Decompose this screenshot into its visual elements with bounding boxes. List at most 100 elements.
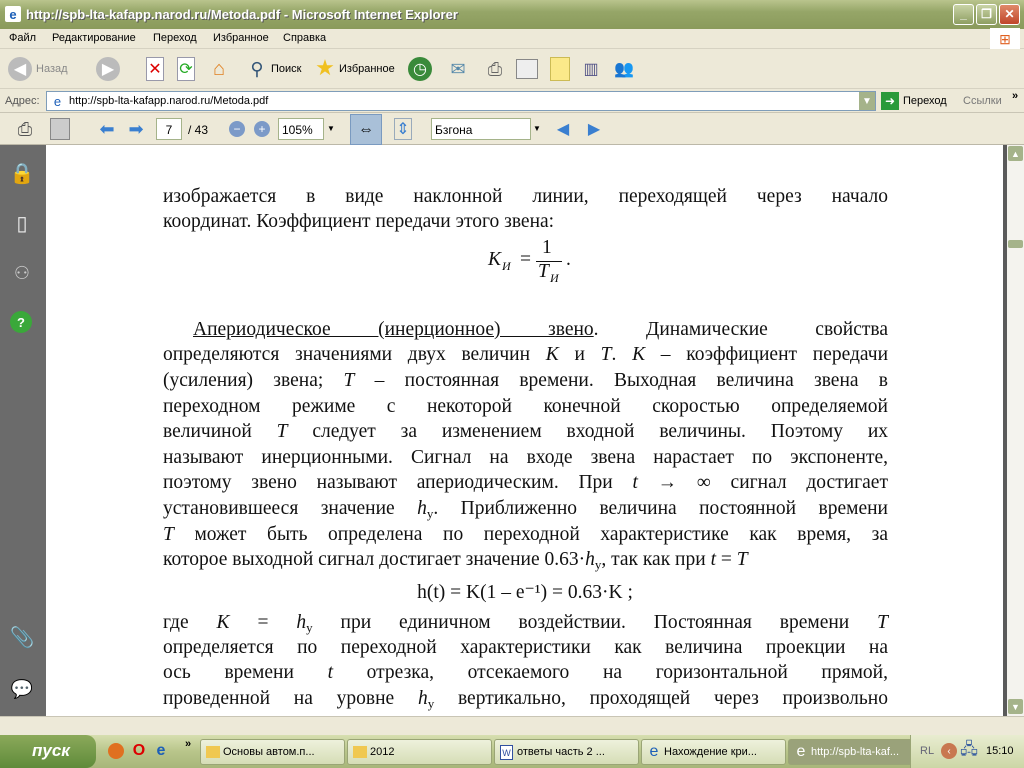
text-segment: установившееся значение: [163, 498, 418, 519]
ie-quicklaunch-icon[interactable]: e: [153, 742, 169, 759]
text-segment: (усиления) звена;: [163, 370, 344, 391]
forward-arrow-icon[interactable]: ▶: [96, 57, 120, 81]
menu-edit[interactable]: Редактирование: [52, 32, 136, 44]
address-dropdown-icon[interactable]: ▼: [859, 92, 875, 110]
address-input[interactable]: e http://spb-lta-kafapp.narod.ru/Metoda.…: [46, 91, 876, 111]
task-folder-1[interactable]: Основы автом.п...: [200, 739, 345, 765]
title-bar: e http://spb-lta-kafapp.narod.ru/Metoda.…: [0, 0, 1024, 29]
edit-icon[interactable]: [516, 59, 538, 79]
home-icon[interactable]: ⌂: [207, 57, 231, 81]
zoom-level-select[interactable]: 105%: [278, 118, 324, 140]
taskbar: пуск O e » Основы автом.п... 2012 Wответ…: [0, 735, 1024, 768]
window-title: http://spb-lta-kafapp.narod.ru/Metoda.pd…: [26, 7, 458, 22]
comments-icon[interactable]: 💬: [10, 677, 34, 701]
vertical-scrollbar[interactable]: ▲ ▼: [1007, 145, 1024, 716]
binoculars-icon[interactable]: ⚇: [10, 261, 34, 285]
find-input[interactable]: Бзгона: [431, 118, 531, 140]
scroll-up-icon[interactable]: ▲: [1008, 146, 1023, 161]
windows-logo-icon: ⊞: [990, 28, 1020, 50]
text-segment: координат. Коэффициент передачи этого зв…: [163, 211, 555, 232]
find-previous-icon[interactable]: ◀: [553, 118, 573, 140]
folder-icon: [206, 746, 220, 758]
search-label[interactable]: Поиск: [271, 63, 301, 75]
task-folder-2012[interactable]: 2012: [347, 739, 492, 765]
word-icon: W: [500, 745, 513, 760]
security-lock-icon[interactable]: 🔒: [10, 161, 35, 185]
favorites-label[interactable]: Избранное: [339, 63, 395, 75]
text-line: величиной T следует за изменением входно…: [163, 420, 888, 444]
minimize-button[interactable]: _: [953, 4, 974, 25]
find-dropdown-icon[interactable]: ▼: [533, 124, 541, 133]
attachment-paperclip-icon[interactable]: 📎: [10, 625, 35, 649]
note-icon[interactable]: [550, 57, 570, 81]
tray-expand-icon[interactable]: ‹: [941, 743, 957, 759]
fit-width-icon[interactable]: ⇔: [350, 114, 382, 145]
find-next-icon[interactable]: ▶: [584, 118, 604, 140]
menu-go[interactable]: Переход: [153, 32, 197, 44]
text-line: ось времени t отрезка, отсекаемого на го…: [163, 661, 888, 685]
text-segment: определяются значениями двух величин: [163, 344, 546, 365]
messenger-icon[interactable]: 👥: [612, 57, 636, 81]
back-arrow-icon[interactable]: ◀: [8, 57, 32, 81]
maximize-button[interactable]: ❐: [976, 4, 997, 25]
back-label[interactable]: Назад: [36, 63, 68, 75]
network-icon[interactable]: 🖧: [960, 741, 978, 759]
pages-icon[interactable]: ▯: [10, 211, 34, 235]
refresh-icon[interactable]: ⟳: [177, 57, 195, 81]
text-segment: при единичном воздействии. Постоянная вр…: [312, 612, 878, 633]
formula-transfer-coefficient: K И = 1 T И .: [488, 237, 571, 285]
opera-icon[interactable]: O: [131, 742, 147, 759]
search-icon[interactable]: ⚲: [246, 57, 268, 81]
text-segment: величиной: [163, 421, 277, 442]
print-icon[interactable]: ⎙: [483, 57, 507, 81]
text-segment: . Приближенно величина постоянной времен…: [433, 498, 888, 519]
scroll-down-icon[interactable]: ▼: [1008, 699, 1023, 714]
fit-page-icon[interactable]: ⇕: [394, 118, 412, 140]
stop-icon[interactable]: ✕: [146, 57, 164, 81]
text-line: поэтому звено называют апериодическим. П…: [163, 471, 888, 495]
language-indicator[interactable]: RL: [920, 745, 934, 757]
scroll-thumb[interactable]: [1008, 240, 1023, 248]
text-segment: =: [715, 549, 737, 570]
next-page-icon[interactable]: ➡: [125, 118, 147, 140]
task-word-document[interactable]: Wответы часть 2 ...: [494, 739, 639, 765]
task-ie-window[interactable]: e Нахождение кри...: [641, 739, 786, 765]
zoom-dropdown-icon[interactable]: ▼: [327, 124, 335, 133]
text-segment: .: [611, 344, 633, 365]
firefox-icon[interactable]: [108, 743, 124, 759]
links-label[interactable]: Ссылки: [963, 95, 1002, 107]
text-segment: . Динамические свойства: [593, 319, 889, 340]
go-arrow-icon[interactable]: ➜: [881, 92, 899, 110]
formula-step-response: h(t) = K(1 – e⁻¹) = 0.63·K ;: [417, 582, 633, 603]
start-button[interactable]: пуск: [0, 735, 96, 768]
text-segment: , так как при: [601, 549, 711, 570]
help-icon[interactable]: ?: [10, 311, 32, 333]
pdf-print-icon[interactable]: ⎙: [14, 118, 36, 140]
address-url[interactable]: http://spb-lta-kafapp.narod.ru/Metoda.pd…: [69, 95, 268, 107]
zoom-in-icon[interactable]: +: [254, 121, 270, 137]
zoom-out-icon[interactable]: −: [229, 121, 245, 137]
text-segment: где: [163, 612, 217, 633]
quicklaunch-more[interactable]: »: [185, 738, 191, 750]
previous-page-icon[interactable]: ⬅: [96, 118, 118, 140]
mail-icon[interactable]: ✉: [446, 57, 470, 81]
standard-toolbar: ◀ Назад ▶ ✕ ⟳ ⌂ ⚲ Поиск ★ Избранное ◷ ✉ …: [0, 49, 1024, 89]
text-segment: h: [417, 498, 427, 519]
pdf-save-icon[interactable]: [50, 118, 70, 140]
history-icon[interactable]: ◷: [408, 57, 432, 81]
text-segment: T: [736, 549, 748, 570]
menu-help[interactable]: Справка: [283, 32, 326, 44]
folder-icon: [353, 746, 367, 758]
go-button[interactable]: Переход: [903, 95, 947, 107]
research-icon[interactable]: ▥: [580, 57, 602, 81]
page-number-input[interactable]: 7: [156, 118, 182, 140]
favorites-star-icon[interactable]: ★: [312, 55, 338, 81]
ie-icon: e: [796, 743, 806, 760]
text-segment: поэтому звено называют апериодическим. П…: [163, 472, 633, 493]
close-button[interactable]: ✕: [999, 4, 1020, 25]
text-segment: T: [600, 344, 612, 365]
start-label[interactable]: пуск: [32, 741, 70, 760]
links-more[interactable]: »: [1012, 90, 1018, 102]
menu-favorites[interactable]: Избранное: [213, 32, 269, 44]
menu-file[interactable]: Файл: [9, 32, 36, 44]
